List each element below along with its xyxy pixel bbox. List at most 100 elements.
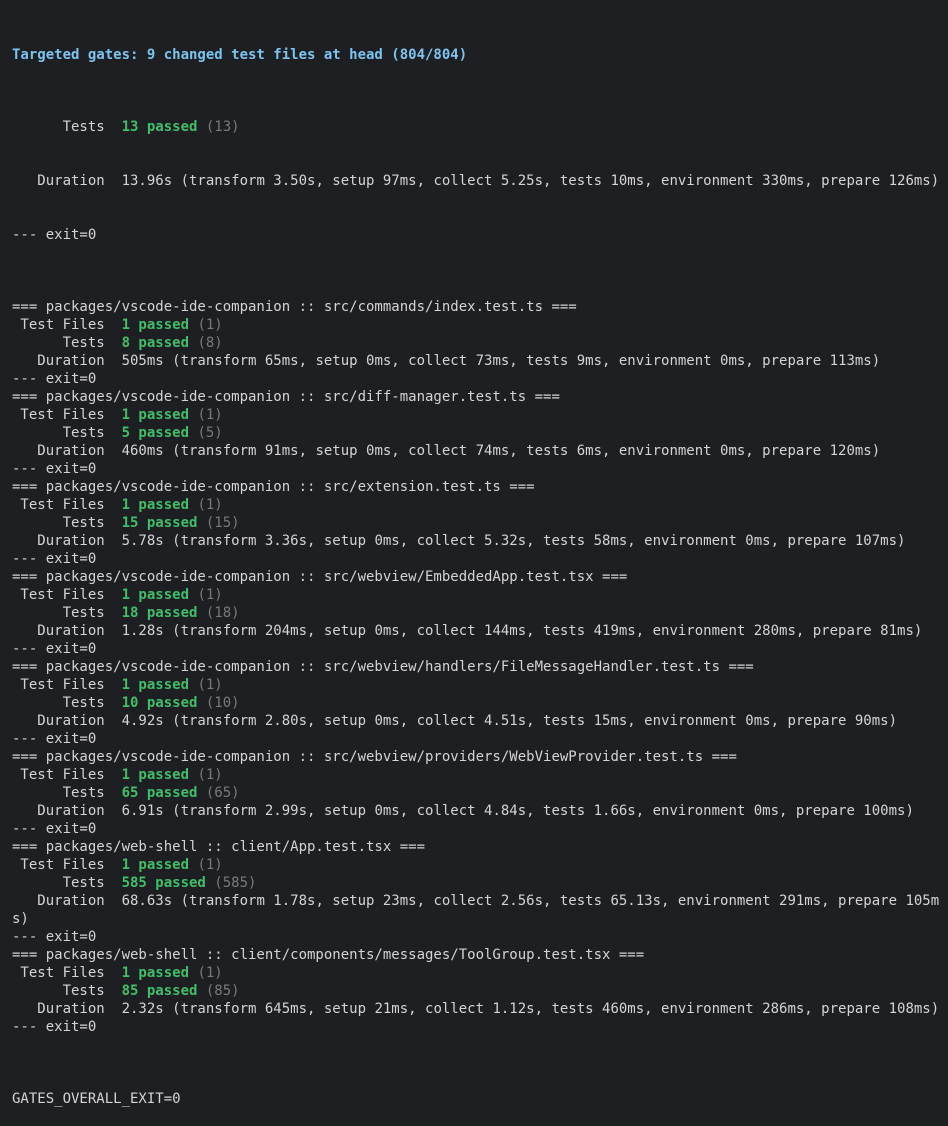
test-files-label: Test Files	[12, 767, 122, 783]
duration-line: Duration 5.78s (transform 3.36s, setup 0…	[12, 532, 948, 550]
tests-label: Tests	[12, 983, 122, 999]
exit-line: --- exit=0	[12, 731, 97, 747]
tests-count: (18)	[197, 605, 240, 621]
tests-line: Tests 15 passed (15)	[12, 514, 948, 532]
duration-line: Duration 505ms (transform 65ms, setup 0m…	[12, 352, 948, 370]
terminal-output: Targeted gates: 9 changed test files at …	[0, 0, 948, 1107]
test-files-pass: 1 passed	[121, 677, 190, 693]
test-files-pass: 1 passed	[121, 407, 190, 423]
duration-text: 4.92s (transform 2.80s, setup 0ms, colle…	[121, 713, 898, 729]
exit-line: --- exit=0	[12, 641, 97, 657]
tests-label: Tests	[12, 695, 122, 711]
test-files-label: Test Files	[12, 587, 122, 603]
tests-pass: 585 passed	[121, 875, 206, 891]
tests-line: Tests 8 passed (8)	[12, 334, 948, 352]
tests-pass: 8 passed	[121, 335, 190, 351]
test-files-line: Test Files 1 passed (1)	[12, 316, 948, 334]
suite-list: === packages/vscode-ide-companion :: src…	[12, 298, 948, 1036]
test-files-line: Test Files 1 passed (1)	[12, 496, 948, 514]
suite-title: === packages/vscode-ide-companion :: src…	[12, 749, 737, 765]
test-files-count: (1)	[189, 857, 223, 873]
suite-title: === packages/vscode-ide-companion :: src…	[12, 659, 754, 675]
test-files-pass: 1 passed	[121, 965, 190, 981]
test-files-pass: 1 passed	[121, 767, 190, 783]
summary-duration-line: Duration 13.96s (transform 3.50s, setup …	[12, 172, 948, 190]
gates-header: Targeted gates: 9 changed test files at …	[12, 47, 468, 63]
tests-label: Tests	[12, 785, 122, 801]
duration-line: Duration 460ms (transform 91ms, setup 0m…	[12, 442, 948, 460]
tests-pass: 5 passed	[121, 425, 190, 441]
tests-line: Tests 5 passed (5)	[12, 424, 948, 442]
suite-title: === packages/web-shell :: client/App.tes…	[12, 839, 426, 855]
test-files-label: Test Files	[12, 407, 122, 423]
test-files-line: Test Files 1 passed (1)	[12, 406, 948, 424]
test-files-label: Test Files	[12, 677, 122, 693]
tests-label: Tests	[12, 515, 122, 531]
duration-wrap-line: s)	[12, 911, 29, 927]
tests-label: Tests	[12, 605, 122, 621]
duration-line: Duration 1.28s (transform 204ms, setup 0…	[12, 622, 948, 640]
tests-line: Tests 85 passed (85)	[12, 982, 948, 1000]
tests-pass: 18 passed	[121, 605, 198, 621]
test-files-count: (1)	[189, 965, 223, 981]
suite-title: === packages/vscode-ide-companion :: src…	[12, 389, 560, 405]
tests-count: (10)	[197, 695, 240, 711]
test-files-count: (1)	[189, 767, 223, 783]
exit-line: --- exit=0	[12, 1019, 97, 1035]
tests-pass: 65 passed	[121, 785, 198, 801]
tests-count: (5)	[189, 425, 223, 441]
suite-title: === packages/web-shell :: client/compone…	[12, 947, 645, 963]
tests-pass: 13 passed	[121, 119, 198, 135]
duration-line: Duration 68.63s (transform 1.78s, setup …	[12, 892, 948, 910]
duration-line: Duration 2.32s (transform 645ms, setup 2…	[12, 1000, 948, 1018]
tests-label: Tests	[12, 875, 122, 891]
tests-count: (13)	[197, 119, 240, 135]
tests-count: (85)	[197, 983, 240, 999]
duration-text: 6.91s (transform 2.99s, setup 0ms, colle…	[121, 803, 914, 819]
exit-line: --- exit=0	[12, 551, 97, 567]
test-files-line: Test Files 1 passed (1)	[12, 586, 948, 604]
test-files-count: (1)	[189, 317, 223, 333]
test-files-pass: 1 passed	[121, 497, 190, 513]
tests-label: Tests	[12, 335, 122, 351]
test-files-count: (1)	[189, 497, 223, 513]
tests-count: (585)	[205, 875, 257, 891]
duration-line: Duration 4.92s (transform 2.80s, setup 0…	[12, 712, 948, 730]
test-files-label: Test Files	[12, 497, 122, 513]
duration-label: Duration	[12, 713, 122, 729]
test-files-count: (1)	[189, 407, 223, 423]
tests-label: Tests	[12, 119, 122, 135]
test-files-count: (1)	[189, 677, 223, 693]
overall-exit-line: GATES_OVERALL_EXIT=0	[12, 1091, 181, 1107]
duration-text: 68.63s (transform 1.78s, setup 23ms, col…	[121, 893, 940, 909]
tests-line: Tests 65 passed (65)	[12, 784, 948, 802]
suite-title: === packages/vscode-ide-companion :: src…	[12, 479, 535, 495]
duration-line: Duration 6.91s (transform 2.99s, setup 0…	[12, 802, 948, 820]
test-files-pass: 1 passed	[121, 587, 190, 603]
test-files-line: Test Files 1 passed (1)	[12, 964, 948, 982]
duration-text: 5.78s (transform 3.36s, setup 0ms, colle…	[121, 533, 906, 549]
tests-line: Tests 585 passed (585)	[12, 874, 948, 892]
suite-title: === packages/vscode-ide-companion :: src…	[12, 299, 577, 315]
test-files-pass: 1 passed	[121, 857, 190, 873]
tests-line: Tests 18 passed (18)	[12, 604, 948, 622]
tests-pass: 85 passed	[121, 983, 198, 999]
exit-line: --- exit=0	[12, 929, 97, 945]
duration-label: Duration	[12, 533, 122, 549]
tests-label: Tests	[12, 425, 122, 441]
tests-count: (15)	[197, 515, 240, 531]
test-files-label: Test Files	[12, 965, 122, 981]
duration-label: Duration	[12, 173, 122, 189]
duration-text: 460ms (transform 91ms, setup 0ms, collec…	[121, 443, 881, 459]
test-files-label: Test Files	[12, 317, 122, 333]
tests-count: (8)	[189, 335, 223, 351]
tests-pass: 10 passed	[121, 695, 198, 711]
duration-text: 1.28s (transform 204ms, setup 0ms, colle…	[121, 623, 923, 639]
duration-text: 2.32s (transform 645ms, setup 21ms, coll…	[121, 1001, 940, 1017]
test-files-label: Test Files	[12, 857, 122, 873]
tests-pass: 15 passed	[121, 515, 198, 531]
duration-label: Duration	[12, 1001, 122, 1017]
exit-line: --- exit=0	[12, 461, 97, 477]
tests-count: (65)	[197, 785, 240, 801]
summary-tests-line: Tests 13 passed (13)	[12, 118, 948, 136]
